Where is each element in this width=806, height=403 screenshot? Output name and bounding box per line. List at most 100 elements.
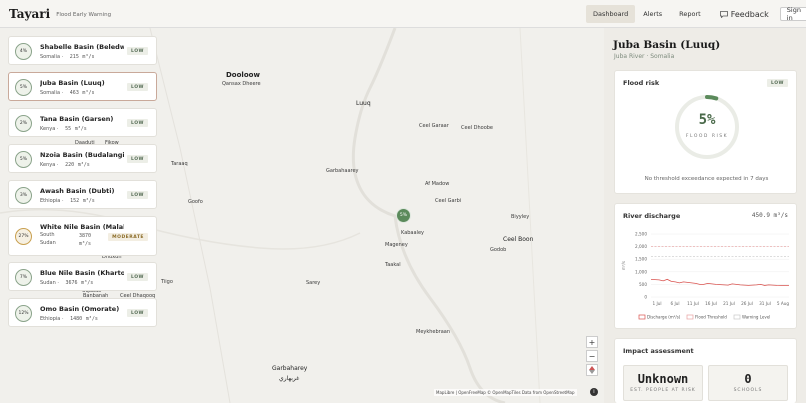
map-place-label: Ceel Garbi [435,198,462,204]
risk-circle: 5% [15,151,32,168]
y-tick-label: 1,500 [635,257,647,262]
risk-circle: 7% [15,269,32,286]
basin-name: Nzoia Basin (Budalangi) [40,151,124,159]
main-nav: Dashboard Alerts Report Feedback Sign in [586,5,806,23]
sign-in-button[interactable]: Sign in [779,6,806,22]
discharge-chart: 0 500 1,000 1,500 2,000 2,500 1 Jul 6 Jul 11 Jul… [621,232,790,320]
basin-meta: Ethiopia · 152 m³/s [40,198,95,204]
zoom-in-button[interactable]: + [586,336,598,348]
flood-risk-panel: Flood risk LOW 5% FLOOD RISK No threshol… [614,70,797,194]
basin-card-nzoia[interactable]: 5% Nzoia Basin (Budalangi) Kenya · 220 m… [8,144,157,173]
x-tick-label: 1 Jul [652,301,661,306]
basin-meta: Kenya · 55 m³/s [40,126,87,132]
legend-label: Discharge (m³/s) [647,315,681,320]
map-place-label: Ceel Dhoobe [461,125,494,131]
map-place-label: Goofo [188,199,203,205]
y-tick-label: 500 [639,282,647,287]
basin-name: White Nile Basin (Malakal) [40,223,124,231]
compass-icon [589,366,595,374]
risk-circle: 12% [15,305,32,322]
basin-card-white-nile[interactable]: 27% White Nile Basin (Malakal) SouthSuda… [8,216,157,256]
info-icon[interactable]: i [590,388,598,396]
map-place-label: Garbahaarey [326,168,359,174]
basin-title: Juba Basin (Luuq) [613,39,721,51]
nav-tab-report[interactable]: Report [672,5,708,23]
risk-badge: LOW [127,309,148,317]
risk-gauge-label: FLOOD RISK [685,134,729,139]
basin-name: Juba Basin (Luuq) [40,79,105,87]
risk-badge: LOW [127,191,148,199]
basin-card-omo[interactable]: 12% Omo Basin (Omorate) Ethiopia · 1480 … [8,298,157,327]
stat-people-at-risk: Unknown EST. PEOPLE AT RISK [623,365,703,401]
basin-card-blue-nile[interactable]: 7% Blue Nile Basin (Khartoum) Sudan · 36… [8,262,157,291]
y-tick-label: 2,000 [635,244,647,249]
brand-logo[interactable]: Tayari [9,7,50,21]
basin-meta: Kenya · 220 m³/s [40,162,90,168]
map-place-label: Meykhebraan [416,329,451,335]
map-attribution[interactable]: MapLibre | OpenFreeMap © OpenMapTiles Da… [434,389,577,396]
risk-circle: 2% [15,115,32,132]
map-place-label: Ceel Garaar [419,123,449,129]
stat-schools: 0 SCHOOLS [708,365,788,401]
y-tick-label: 1,000 [635,269,647,274]
x-tick-label: 6 Jul [670,301,679,306]
map-place-label: Dooloow [226,71,260,79]
basin-card-tana[interactable]: 2% Tana Basin (Garsen) Kenya · 55 m³/s L… [8,108,157,137]
zoom-out-button[interactable]: − [586,350,598,362]
map-place-label: Garbaharey [272,365,308,372]
basin-meta: Sudan · 3676 m³/s [40,280,94,286]
y-axis-label: m³/s [621,261,626,270]
nav-tab-alerts[interactable]: Alerts [636,5,669,23]
basin-name: Blue Nile Basin (Khartoum) [40,269,124,277]
legend-swatch [686,314,694,320]
reset-north-button[interactable] [586,364,598,376]
risk-badge: LOW [127,155,148,163]
map-place-label: Af Madow [425,181,450,187]
risk-circle: 4% [15,43,32,60]
stat-value: Unknown [637,372,689,386]
basin-flow: 3870 m³/s [79,233,92,247]
legend-swatch [638,314,646,320]
basin-name: Shabelle Basin (Beledweyne) [40,43,124,51]
map-marker-juba[interactable]: 5% [396,208,411,223]
x-tick-label: 16 Jul [705,301,717,306]
basin-meta: Somalia · 463 m³/s [40,90,95,96]
basin-name: Omo Basin (Omorate) [40,305,120,313]
x-tick-label: 5 Aug [777,301,790,306]
basin-card-juba[interactable]: 5% Juba Basin (Luuq) Somalia · 463 m³/s … [8,72,157,101]
y-tick-label: 2,500 [635,232,647,237]
map-place-label: Biyyley [511,214,530,220]
risk-circle: 3% [15,187,32,204]
impact-panel: Impact assessment Unknown EST. PEOPLE AT… [614,338,797,403]
risk-badge: LOW [127,273,148,281]
basin-subtitle: Juba River · Somalia [614,53,675,60]
risk-badge: LOW [127,83,148,91]
risk-badge: LOW [127,47,148,55]
basin-country: South Sudan [40,232,56,246]
basin-card-shabelle[interactable]: 4% Shabelle Basin (Beledweyne) Somalia ·… [8,36,157,65]
panel-title: Flood risk [623,79,660,87]
latest-discharge: 450.9 m³/s [751,212,788,219]
map-place-label: Godob [490,247,507,253]
nav-tab-dashboard[interactable]: Dashboard [586,5,636,23]
basin-meta: Ethiopia · 1480 m³/s [40,316,98,322]
map-place-label: Ceel Boon [503,236,534,243]
x-tick-label: 26 Jul [741,301,753,306]
discharge-series-line [650,278,790,287]
feedback-button[interactable]: Feedback [713,5,776,23]
basin-card-awash[interactable]: 3% Awash Basin (Dubti) Ethiopia · 152 m³… [8,180,157,209]
basin-name: Tana Basin (Garsen) [40,115,114,123]
risk-badge: MODERATE [108,233,148,241]
stat-label: SCHOOLS [733,388,763,393]
stat-value: 0 [744,372,752,386]
risk-percent: 5% [698,112,716,128]
stat-label: EST. PEOPLE AT RISK [630,388,696,393]
x-tick-label: 21 Jul [723,301,735,306]
y-tick-label: 0 [644,295,647,300]
risk-circle: 27% [15,228,32,245]
map-place-label: Taraaq [171,161,188,167]
map-place-label: غربهاري [279,375,300,382]
map-place-label: Taakal [385,262,401,268]
basin-meta: Somalia · 215 m³/s [40,54,95,60]
map-place-label: Sarey [306,280,321,286]
